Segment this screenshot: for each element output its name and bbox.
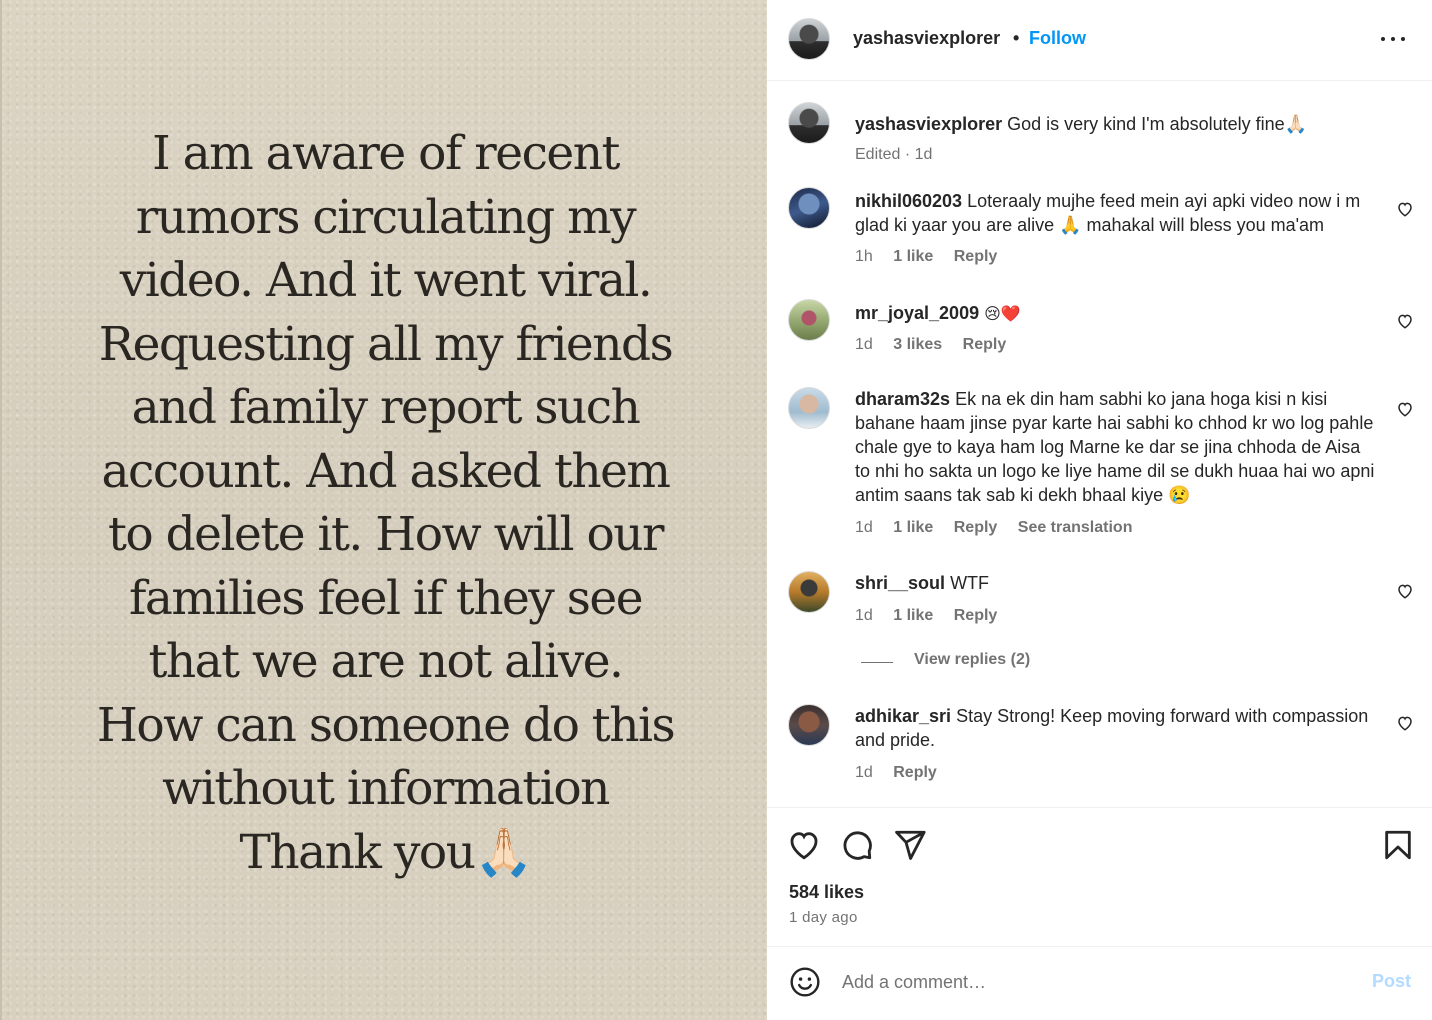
post-text-line: Requesting all my friends	[98, 316, 674, 372]
follow-button[interactable]: Follow	[1029, 28, 1086, 49]
post-text-line: that we are not alive.	[148, 634, 624, 689]
post-time: 1 day ago	[789, 909, 858, 926]
comment-username[interactable]: nikhil060203	[855, 191, 962, 211]
heart-icon[interactable]	[787, 828, 821, 862]
commenter-avatar[interactable]	[788, 571, 830, 613]
heart-icon[interactable]	[1396, 714, 1414, 732]
heart-icon[interactable]	[1396, 312, 1414, 330]
comment-likes[interactable]: 1 like	[893, 519, 933, 536]
commenter-avatar[interactable]	[788, 704, 830, 746]
comment-body: adhikar_sri Stay Strong! Keep moving for…	[855, 704, 1375, 752]
caption-meta: Edited · 1d	[855, 146, 948, 164]
heart-icon[interactable]	[1396, 582, 1414, 600]
heart-icon[interactable]	[1396, 200, 1414, 218]
comment-likes[interactable]: 1 like	[893, 607, 933, 624]
comment-text: WTF	[950, 573, 990, 593]
reply-button[interactable]: Reply	[954, 607, 998, 624]
comment-text: 😢❤️	[984, 304, 1021, 323]
commenter-avatar[interactable]	[788, 387, 830, 429]
comment-likes[interactable]: 1 like	[893, 248, 933, 265]
comment-meta: 1d Reply	[855, 764, 953, 782]
post-text-line: to delete it. How will our	[107, 507, 665, 562]
post-text-line: families feel if they see	[128, 570, 644, 626]
bookmark-icon[interactable]	[1381, 828, 1415, 862]
caption-username[interactable]: yashasviexplorer	[855, 114, 1002, 134]
comment-icon[interactable]	[840, 828, 874, 862]
comment-time: 1d	[855, 764, 873, 781]
reply-button[interactable]: Reply	[954, 519, 998, 536]
likes-count[interactable]: 584 likes	[789, 882, 864, 903]
post-image-text: I am aware of recent rumors circulating …	[2, 122, 769, 884]
post-side-panel: yashasviexplorer • Follow yashasviexplor…	[767, 0, 1432, 1020]
reply-button[interactable]: Reply	[963, 336, 1007, 353]
comment-meta: 1d 3 likes Reply	[855, 336, 1022, 354]
commenter-avatar[interactable]	[788, 299, 830, 341]
comments-list[interactable]: yashasviexplorer God is very kind I'm ab…	[767, 81, 1432, 807]
share-icon[interactable]	[893, 828, 927, 862]
comment-time: 1d	[855, 519, 873, 536]
comment-username[interactable]: mr_joyal_2009	[855, 303, 979, 323]
comment-meta: 1h 1 like Reply	[855, 248, 1013, 266]
post-text-line: account. And asked them	[101, 443, 671, 499]
view-replies-button[interactable]: View replies (2)	[914, 651, 1030, 669]
add-comment-bar: Post	[767, 948, 1432, 1020]
comment-meta: 1d 1 like Reply	[855, 607, 1013, 625]
view-replies-divider	[861, 662, 893, 663]
author-username[interactable]: yashasviexplorer	[853, 28, 1000, 49]
comment-time: 1h	[855, 248, 873, 265]
comment-username[interactable]: adhikar_sri	[855, 706, 951, 726]
comment-body: mr_joyal_2009 😢❤️	[855, 301, 1375, 326]
comment-body: nikhil060203 Loteraaly mujhe feed mein a…	[855, 189, 1375, 237]
heart-icon[interactable]	[1396, 400, 1414, 418]
post-text-line: without information	[162, 761, 610, 816]
comment-body: dharam32s Ek na ek din ham sabhi ko jana…	[855, 387, 1375, 507]
post-text-line: How can someone do this	[96, 697, 676, 753]
caption-text: God is very kind I'm absolutely fine🙏🏻	[1007, 114, 1308, 134]
post-text-line: and family report such	[131, 380, 641, 435]
comment-likes[interactable]: 3 likes	[893, 336, 942, 353]
post-text-line: rumors circulating my	[135, 189, 637, 245]
more-options-icon[interactable]	[1379, 28, 1407, 48]
post-header: yashasviexplorer • Follow	[767, 0, 1432, 81]
caption-edited-time: Edited · 1d	[855, 146, 933, 163]
header-separator: •	[1013, 28, 1020, 48]
post-comment-button[interactable]: Post	[1372, 971, 1411, 992]
emoji-icon[interactable]	[789, 966, 821, 998]
post-text-line: Thank you🙏🏻	[239, 824, 533, 880]
commenter-avatar[interactable]	[788, 187, 830, 229]
comment-username[interactable]: dharam32s	[855, 389, 950, 409]
comment-username[interactable]: shri__soul	[855, 573, 945, 593]
reply-button[interactable]: Reply	[954, 248, 998, 265]
comment-input[interactable]	[842, 968, 1342, 996]
reply-button[interactable]: Reply	[893, 764, 937, 781]
comment-time: 1d	[855, 607, 873, 624]
post-text-line: video. And it went viral.	[119, 253, 653, 308]
author-avatar[interactable]	[788, 102, 830, 144]
comment-meta: 1d 1 like Reply See translation	[855, 519, 1148, 537]
comment-time: 1d	[855, 336, 873, 353]
post-actions: 584 likes 1 day ago	[767, 807, 1432, 947]
post-text-line: I am aware of recent	[152, 126, 620, 181]
see-translation-button[interactable]: See translation	[1018, 519, 1133, 536]
caption-body: yashasviexplorer God is very kind I'm ab…	[855, 112, 1375, 136]
author-avatar[interactable]	[788, 18, 830, 60]
post-image[interactable]: I am aware of recent rumors circulating …	[0, 0, 767, 1020]
comment-body: shri__soul WTF	[855, 571, 1375, 595]
